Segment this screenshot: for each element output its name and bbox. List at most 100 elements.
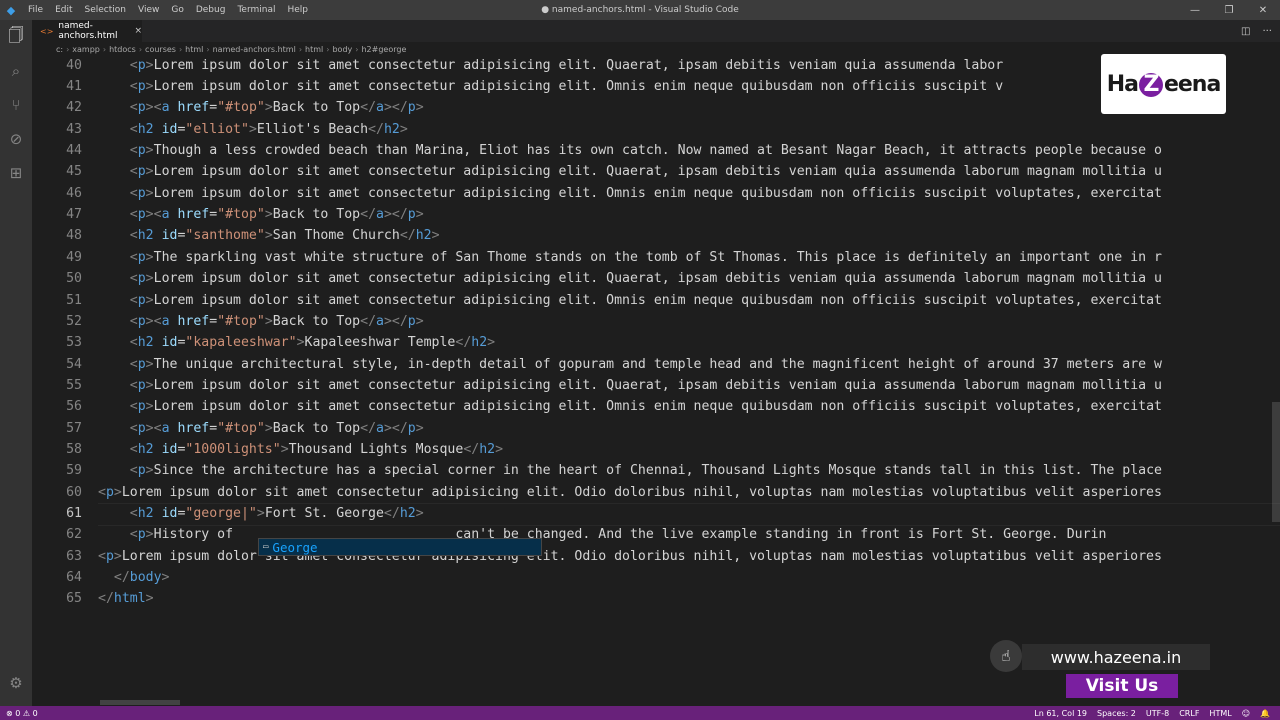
code-token: "#top"	[217, 313, 265, 329]
close-icon[interactable]: ✕	[1246, 0, 1280, 20]
code-line[interactable]: 59 < p > Since the architecture has a speci…	[32, 460, 1162, 481]
menu-file[interactable]: File	[22, 0, 49, 20]
code-line[interactable]: 52 < p >< a href = "#top" > Back to Top </a ></p >	[32, 311, 424, 332]
code-line[interactable]: 58 < h2 id = "1000lights" > Thousand Lights M…	[32, 439, 503, 460]
suggest-widget[interactable]: ▭ George	[258, 538, 542, 556]
menu-help[interactable]: Help	[281, 0, 314, 20]
visit-us-button[interactable]: Visit Us	[1066, 674, 1178, 698]
bell-icon[interactable]: 🔔	[1260, 709, 1270, 718]
search-icon[interactable]: ⌕	[0, 54, 32, 88]
code-line[interactable]: 49 < p > The sparkling vast white structure…	[32, 247, 1162, 268]
code-token: =	[177, 335, 186, 351]
code-token: body	[129, 570, 162, 586]
code-token: <	[129, 356, 138, 372]
gear-icon[interactable]: ⚙	[0, 666, 32, 700]
menu-debug[interactable]: Debug	[190, 0, 232, 20]
split-editor-icon[interactable]: ◫	[1241, 26, 1250, 37]
code-token: >	[264, 207, 273, 223]
feedback-icon[interactable]: ☺	[1242, 709, 1250, 718]
tab-close-icon[interactable]: ×	[134, 26, 142, 36]
code-line[interactable]: 60 < p > Lorem ipsum dolor sit amet consecte…	[32, 482, 1162, 503]
code-token: Lorem ipsum dolor sit amet consectetur a…	[153, 164, 1162, 180]
code-editor[interactable]: 40 < p > Lorem ipsum dolor sit amet consect…	[32, 57, 1280, 706]
code-line[interactable]: 40 < p > Lorem ipsum dolor sit amet consect…	[32, 57, 1003, 76]
menu-go[interactable]: Go	[165, 0, 189, 20]
chevron-right-icon: ›	[355, 45, 359, 54]
code-line[interactable]: 45 < p > Lorem ipsum dolor sit amet consect…	[32, 161, 1162, 182]
code-token: p	[137, 164, 146, 180]
code-token: >	[495, 441, 504, 457]
menu-edit[interactable]: Edit	[49, 0, 78, 20]
code-token: The unique architectural style, in-depth…	[153, 356, 1162, 372]
breadcrumb-item[interactable]: html	[305, 45, 323, 54]
breadcrumb-item[interactable]: htdocs	[109, 45, 136, 54]
cursor-position[interactable]: Ln 61, Col 19	[1034, 709, 1087, 718]
suggestion-item[interactable]: ▭ George	[259, 539, 541, 555]
breadcrumb-item[interactable]: c:	[56, 45, 63, 54]
breadcrumb-item[interactable]: named-anchors.html	[213, 45, 296, 54]
code-token: <	[129, 121, 138, 137]
code-token: p	[137, 271, 146, 287]
promo-url[interactable]: www.hazeena.in	[1022, 644, 1210, 670]
code-line[interactable]: 50 < p > Lorem ipsum dolor sit amet consect…	[32, 268, 1162, 289]
code-token: The sparkling vast white structure of Sa…	[153, 249, 1162, 265]
code-line[interactable]: 65 </html >	[32, 588, 154, 609]
minimize-icon[interactable]: —	[1178, 0, 1212, 20]
menu-view[interactable]: View	[132, 0, 165, 20]
problems-status[interactable]: ⊗ 0 ⚠ 0	[0, 709, 38, 718]
code-token: p	[137, 356, 146, 372]
line-number: 50	[66, 271, 82, 287]
code-token: History of	[153, 527, 241, 543]
explorer-icon[interactable]: 🗍	[0, 20, 32, 54]
menu-selection[interactable]: Selection	[79, 0, 132, 20]
code-line[interactable]: 51 < p > Lorem ipsum dolor sit amet consect…	[32, 289, 1162, 310]
more-actions-icon[interactable]: ···	[1262, 26, 1272, 37]
breadcrumb-item[interactable]: xampp	[72, 45, 100, 54]
breadcrumb-item[interactable]: courses	[145, 45, 176, 54]
line-ending[interactable]: CRLF	[1179, 709, 1199, 718]
code-line[interactable]: 62 < p > History of can't be changed. And t…	[32, 524, 1106, 545]
vertical-scrollbar[interactable]	[1270, 57, 1280, 706]
indentation[interactable]: Spaces: 2	[1097, 709, 1136, 718]
code-line[interactable]: 55 < p > Lorem ipsum dolor sit amet consect…	[32, 375, 1162, 396]
scroll-thumb[interactable]	[1272, 402, 1280, 522]
code-line[interactable]: 41 < p > Lorem ipsum dolor sit amet consect…	[32, 76, 1003, 97]
code-line[interactable]: 56 < p > Lorem ipsum dolor sit amet consect…	[32, 396, 1162, 417]
code-line[interactable]: 64 </body >	[32, 567, 169, 588]
code-token: <	[129, 463, 138, 479]
breadcrumb-item[interactable]: html	[185, 45, 203, 54]
code-token: >	[280, 441, 289, 457]
code-line[interactable]: 61 < h2 id = "george|" > Fort St. George </h2 >	[32, 503, 424, 524]
code-token: </	[113, 570, 130, 586]
code-token: <	[129, 79, 138, 95]
code-line[interactable]: 57 < p >< a href = "#top" > Back to Top </a ></p >	[32, 417, 424, 438]
source-control-icon[interactable]: ⑂	[0, 88, 32, 122]
line-number: 58	[66, 441, 82, 457]
code-line[interactable]: 42 < p >< a href = "#top" > Back to Top </a ></p >	[32, 97, 424, 118]
encoding[interactable]: UTF-8	[1146, 709, 1169, 718]
extensions-icon[interactable]: ⊞	[0, 156, 32, 190]
menu-terminal[interactable]: Terminal	[231, 0, 281, 20]
code-line[interactable]: 63 < p > Lorem ipsum dolor sit amet consecte…	[32, 546, 1162, 567]
code-line[interactable]: 44 < p > Though a less crowded beach than M…	[32, 140, 1162, 161]
code-line[interactable]: 46 < p > Lorem ipsum dolor sit amet consect…	[32, 183, 1162, 204]
code-token: >	[145, 591, 154, 607]
breadcrumb-item[interactable]: h2#george	[361, 45, 406, 54]
line-number: 48	[66, 228, 82, 244]
code-line[interactable]: 47 < p >< a href = "#top" > Back to Top </a ></p >	[32, 204, 424, 225]
code-line[interactable]: 43 < h2 id = "elliot" > Elliot's Beach </h2 >	[32, 119, 408, 140]
maximize-icon[interactable]: ❐	[1212, 0, 1246, 20]
language-mode[interactable]: HTML	[1209, 709, 1231, 718]
breadcrumb-item[interactable]: body	[332, 45, 352, 54]
code-line[interactable]: 54 < p > The unique architectural style, in…	[32, 353, 1162, 374]
tab-named-anchors[interactable]: <> named-anchors.html ×	[32, 20, 142, 42]
code-line[interactable]: 53 < h2 id = "kapaleeshwar" > Kapaleeshwar Te…	[32, 332, 495, 353]
code-line[interactable]: 48 < h2 id = "santhome" > San Thome Church </h…	[32, 225, 439, 246]
debug-icon[interactable]: ⊘	[0, 122, 32, 156]
code-token: >	[145, 527, 154, 543]
horizontal-scrollbar[interactable]	[100, 700, 180, 705]
